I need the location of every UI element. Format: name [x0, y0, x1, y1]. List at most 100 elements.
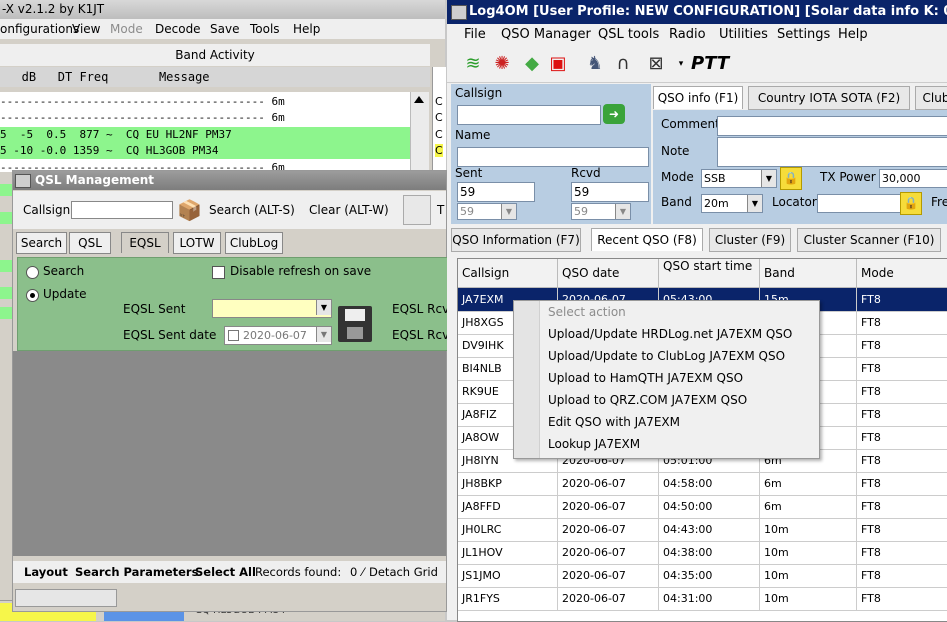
lookup-go-icon[interactable]: ➜ — [603, 104, 625, 124]
eqsl-sent-select[interactable]: ▼ — [212, 299, 332, 318]
table-row[interactable]: JH8BKP 2020-06-07 04:58:00 6m FT8 — [458, 472, 947, 496]
menu-save[interactable]: Save — [210, 19, 239, 39]
table-cell[interactable]: 04:58:00 — [659, 472, 760, 495]
ptt-button[interactable]: PTT — [691, 52, 729, 76]
menu-item-lookup[interactable]: Lookup JA7EXM — [548, 433, 640, 455]
table-cell[interactable]: JH0LRC — [458, 518, 558, 541]
table-cell[interactable]: 2020-06-07 — [558, 472, 659, 495]
note-input[interactable] — [717, 137, 947, 167]
table-cell[interactable]: 2020-06-07 — [558, 587, 659, 610]
activity-row[interactable]: ----------------------------------------… — [0, 94, 410, 110]
table-cell[interactable]: 10m — [760, 564, 857, 587]
partial-button[interactable]: T — [437, 203, 444, 217]
table-cell[interactable]: FT8 — [857, 518, 947, 541]
lock-icon[interactable]: 🔒 — [900, 192, 922, 215]
clear-button[interactable]: Clear (ALT-W) — [309, 203, 389, 217]
menu-qsl-tools[interactable]: QSL tools — [598, 24, 659, 46]
table-cell[interactable]: 04:50:00 — [659, 495, 760, 518]
column-header-mode[interactable]: Mode — [857, 259, 947, 288]
menu-radio[interactable]: Radio — [669, 24, 706, 46]
table-cell[interactable]: FT8 — [857, 426, 947, 449]
satellite-icon[interactable]: ✺ — [490, 52, 514, 76]
table-row[interactable]: JA8FFD 2020-06-07 04:50:00 6m FT8 — [458, 495, 947, 519]
table-cell[interactable]: FT8 — [857, 288, 947, 311]
table-cell[interactable]: FT8 — [857, 495, 947, 518]
table-cell[interactable]: 2020-06-07 — [558, 564, 659, 587]
table-cell[interactable]: FT8 — [857, 357, 947, 380]
column-header-band[interactable]: Band — [760, 259, 857, 288]
save-floppy-icon[interactable] — [338, 306, 372, 342]
menu-item-upload-hrdlog[interactable]: Upload/Update HRDLog.net JA7EXM QSO — [548, 323, 792, 345]
table-cell[interactable]: JH8BKP — [458, 472, 558, 495]
table-cell[interactable]: FT8 — [857, 472, 947, 495]
tab-eqsl[interactable]: EQSL — [121, 232, 169, 253]
table-cell[interactable]: 6m — [760, 495, 857, 518]
table-cell[interactable]: 04:43:00 — [659, 518, 760, 541]
table-cell[interactable]: FT8 — [857, 564, 947, 587]
menu-qso-manager[interactable]: QSO Manager — [501, 24, 591, 46]
chevron-down-icon[interactable]: ▼ — [316, 327, 331, 342]
band-select[interactable]: 20m ▼ — [701, 194, 763, 213]
layout-button[interactable]: Layout — [24, 561, 68, 583]
table-cell[interactable]: JS1JMO — [458, 564, 558, 587]
rst-sent-input[interactable]: 59 — [457, 182, 535, 202]
table-row[interactable]: JL1HOV 2020-06-07 04:38:00 10m FT8 — [458, 541, 947, 565]
eqsl-sent-date-picker[interactable]: 2020-06-07 ▼ — [224, 326, 332, 345]
menu-mode[interactable]: Mode — [110, 19, 143, 39]
table-cell[interactable]: JL1HOV — [458, 541, 558, 564]
menu-item-upload-qrz[interactable]: Upload to QRZ.COM JA7EXM QSO — [548, 389, 747, 411]
radio-update[interactable] — [26, 289, 39, 302]
disable-refresh-checkbox[interactable] — [212, 266, 225, 279]
chevron-down-icon[interactable]: ▼ — [747, 195, 762, 212]
robot-icon[interactable]: ♞ — [583, 52, 607, 76]
date-checkbox[interactable] — [228, 330, 239, 341]
menu-configurations[interactable]: onfigurations — [0, 19, 79, 39]
mailbox-icon[interactable]: ▣ — [546, 52, 570, 76]
rst-rcvd-combo[interactable]: 59 ▼ — [571, 203, 631, 220]
table-cell[interactable]: FT8 — [857, 334, 947, 357]
menu-view[interactable]: View — [72, 19, 100, 39]
table-cell[interactable]: 2020-06-07 — [558, 541, 659, 564]
tab-qsl[interactable]: QSL — [69, 232, 111, 254]
activity-row[interactable]: 5 -5 0.5 877 ~ CQ EU HL2NF PM37 — [0, 127, 410, 143]
menu-item-edit-qso[interactable]: Edit QSO with JA7EXM — [548, 411, 680, 433]
tab-qso-information[interactable]: QSO Information (F7) — [451, 228, 581, 252]
search-button[interactable]: Search (ALT-S) — [209, 203, 295, 217]
menu-item-upload-hamqth[interactable]: Upload to HamQTH JA7EXM QSO — [548, 367, 743, 389]
table-cell[interactable]: FT8 — [857, 541, 947, 564]
tab-clublog[interactable]: ClubLog — [225, 232, 283, 254]
menu-help[interactable]: Help — [293, 19, 320, 39]
tab-search[interactable]: Search — [16, 232, 67, 254]
menu-utilities[interactable]: Utilities — [719, 24, 768, 46]
tab-cluster[interactable]: Cluster (F9) — [709, 228, 791, 252]
scroll-up-icon[interactable] — [414, 96, 424, 103]
table-cell[interactable]: 10m — [760, 587, 857, 610]
table-cell[interactable]: 2020-06-07 — [558, 518, 659, 541]
chevron-down-icon[interactable]: ▼ — [501, 204, 516, 219]
name-input[interactable] — [457, 147, 649, 167]
tab-recent-qso[interactable]: Recent QSO (F8) — [591, 228, 703, 251]
rst-rcvd-input[interactable]: 59 — [571, 182, 649, 202]
table-row[interactable]: JS1JMO 2020-06-07 04:35:00 10m FT8 — [458, 564, 947, 588]
table-cell[interactable]: FT8 — [857, 449, 947, 472]
tab-lotw[interactable]: LOTW — [173, 232, 221, 254]
table-cell[interactable]: 04:35:00 — [659, 564, 760, 587]
band-activity-list[interactable]: ----------------------------------------… — [0, 92, 410, 174]
mode-select[interactable]: SSB ▼ — [701, 169, 777, 188]
callsign-input[interactable] — [71, 201, 173, 219]
table-cell[interactable]: 04:38:00 — [659, 541, 760, 564]
tag-icon[interactable]: ◆ — [520, 52, 544, 76]
lock-icon[interactable]: 🔒 — [780, 167, 802, 190]
tab-club[interactable]: Club — [915, 86, 947, 110]
table-cell[interactable]: 2020-06-07 — [558, 495, 659, 518]
table-cell[interactable]: 10m — [760, 541, 857, 564]
detach-grid-button[interactable]: Detach Grid — [369, 561, 438, 583]
table-cell[interactable]: FT8 — [857, 587, 947, 610]
wifi-icon[interactable]: ≋ — [461, 52, 485, 76]
tool-icon[interactable] — [403, 195, 431, 225]
table-row[interactable]: JH0LRC 2020-06-07 04:43:00 10m FT8 — [458, 518, 947, 542]
chevron-down-icon[interactable]: ▾ — [669, 52, 693, 76]
table-cell[interactable]: 04:31:00 — [659, 587, 760, 610]
table-cell[interactable]: 10m — [760, 518, 857, 541]
table-cell[interactable]: FT8 — [857, 311, 947, 334]
